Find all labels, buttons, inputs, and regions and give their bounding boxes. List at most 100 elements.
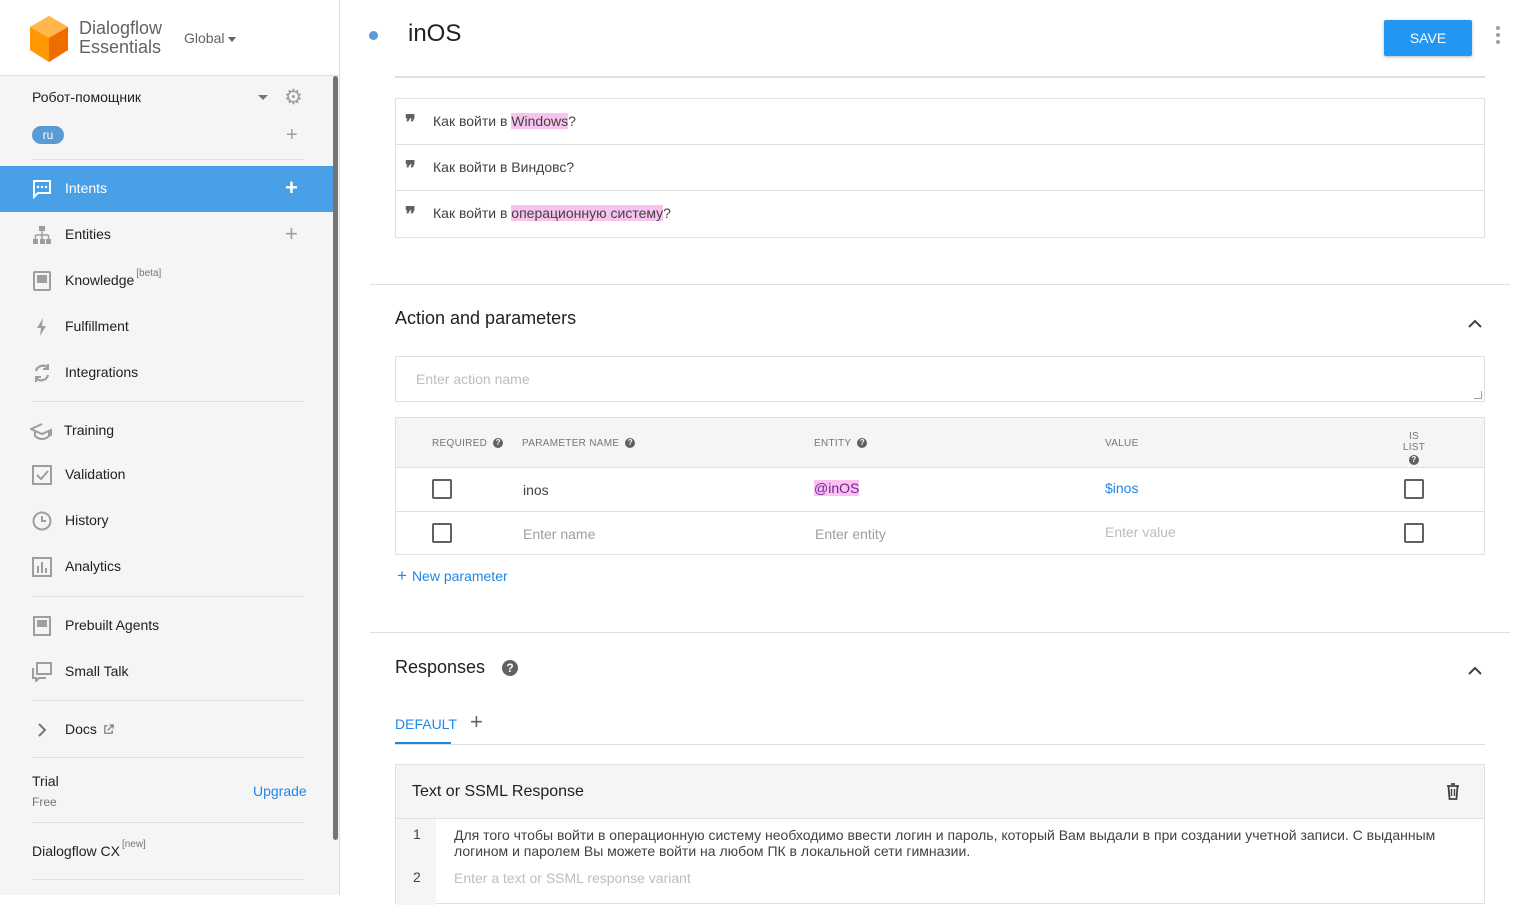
card-header: Text or SSML Response (396, 765, 1484, 819)
required-checkbox[interactable] (432, 479, 452, 499)
line-number: 1 (413, 826, 421, 842)
graduation-cap-icon (30, 423, 52, 441)
more-vert-icon[interactable] (1496, 26, 1504, 47)
plus-icon: + (397, 566, 407, 585)
training-phrases-list: ❞ Как войти в Windows? ❞ Как войти в Вин… (395, 98, 1485, 238)
table-header: REQUIRED? PARAMETER NAME? ENTITY? VALUE … (396, 418, 1484, 468)
status-dot (369, 31, 378, 40)
divider (370, 284, 1510, 285)
parameter-value-input[interactable]: Enter value (1105, 524, 1176, 540)
trash-icon[interactable] (1446, 783, 1460, 800)
chat-icon (33, 180, 51, 199)
hierarchy-icon (33, 226, 51, 244)
clock-icon (32, 511, 52, 531)
card-title: Text or SSML Response (412, 783, 584, 800)
chevron-up-icon[interactable] (1467, 663, 1483, 679)
divider (32, 822, 304, 823)
divider (395, 76, 1485, 78)
region-selector[interactable]: Global (184, 30, 237, 46)
sidebar-item-analytics[interactable]: Analytics (0, 544, 334, 590)
plan-name: Trial (32, 773, 59, 789)
divider (32, 879, 304, 880)
prebuilt-agent-icon (33, 616, 51, 636)
add-intent-icon[interactable]: + (285, 177, 298, 199)
parameter-name-input[interactable]: Enter name (523, 526, 595, 542)
tab-default[interactable]: DEFAULT (395, 716, 457, 732)
external-link-icon (104, 724, 114, 734)
parameter-entity-input[interactable]: Enter entity (815, 526, 886, 542)
plan-tier: Free (32, 795, 57, 809)
dialogflow-cx-link[interactable]: Dialogflow CX [new] (32, 839, 146, 859)
upgrade-link[interactable]: Upgrade (253, 783, 307, 799)
sidebar-item-small-talk[interactable]: Small Talk (0, 649, 334, 695)
logo-row: Dialogflow Essentials Global (0, 0, 339, 76)
sidebar-item-knowledge[interactable]: Knowledge [beta] (0, 258, 334, 304)
add-entity-icon[interactable]: + (285, 223, 298, 245)
quote-icon: ❞ (405, 156, 416, 180)
table-row: inos @inOS $inos (396, 468, 1484, 512)
intent-title[interactable]: inOS (408, 20, 461, 48)
intent-header: inOS SAVE (340, 0, 1530, 76)
add-language-icon[interactable]: + (286, 125, 298, 145)
chevron-down-icon (228, 36, 237, 42)
response-tabs: DEFAULT + (395, 704, 1485, 745)
help-icon[interactable]: ? (857, 438, 868, 449)
divider (32, 757, 304, 758)
quote-icon: ❞ (405, 202, 416, 226)
parameter-value[interactable]: $inos (1105, 480, 1138, 496)
is-list-checkbox[interactable] (1404, 479, 1424, 499)
line-number: 2 (413, 869, 421, 885)
sidebar-item-fulfillment[interactable]: Fulfillment (0, 304, 334, 350)
entity-annotation[interactable]: операционную систему (511, 205, 664, 221)
sidebar-item-validation[interactable]: Validation (0, 452, 334, 498)
training-phrase[interactable]: ❞ Как войти в Виндовс? (396, 145, 1484, 191)
agent-name[interactable]: Робот-помощник (32, 89, 141, 105)
sidebar-item-integrations[interactable]: Integrations (0, 350, 334, 396)
quote-icon: ❞ (405, 110, 416, 134)
sidebar-item-history[interactable]: History (0, 498, 334, 544)
gear-icon[interactable]: ⚙ (284, 87, 303, 109)
section-title-responses: Responses ? (395, 657, 519, 678)
language-chip[interactable]: ru (32, 126, 64, 144)
parameter-name[interactable]: inos (523, 482, 549, 498)
sidebar-item-intents[interactable]: Intents + (0, 166, 334, 212)
bar-chart-icon (32, 557, 52, 577)
new-parameter-link[interactable]: + New parameter (397, 566, 508, 586)
training-phrase[interactable]: ❞ Как войти в операционную систему? (396, 191, 1484, 237)
checkbox-checked-icon (32, 465, 52, 485)
chevron-up-icon[interactable] (1467, 316, 1483, 332)
response-input[interactable]: Enter a text or SSML response variant (454, 870, 1464, 886)
help-icon[interactable]: ? (493, 438, 504, 449)
sidebar-item-entities[interactable]: Entities + (0, 212, 334, 258)
parameter-entity[interactable]: @inOS (814, 480, 860, 496)
section-title-action: Action and parameters (395, 308, 577, 328)
app-name: Dialogflow Essentials (79, 18, 163, 57)
intent-editor: ❞ Как войти в Windows? ❞ Как войти в Вин… (340, 76, 1530, 905)
divider (32, 700, 304, 701)
sidebar-item-docs[interactable]: Docs (0, 707, 334, 753)
help-icon[interactable]: ? (502, 660, 519, 676)
divider (32, 401, 304, 402)
action-name-input[interactable]: Enter action name (395, 356, 1485, 402)
training-phrase[interactable]: ❞ Как войти в Windows? (396, 99, 1484, 145)
tab-indicator (395, 742, 451, 744)
dialogflow-logo-icon (30, 16, 68, 62)
required-checkbox[interactable] (432, 523, 452, 543)
save-button[interactable]: SAVE (1384, 20, 1472, 56)
help-icon[interactable]: ? (1409, 455, 1419, 465)
divider (32, 159, 304, 160)
sidebar-item-training[interactable]: Training (0, 408, 334, 454)
is-list-checkbox[interactable] (1404, 523, 1424, 543)
divider (370, 632, 1510, 633)
agent-dropdown-icon[interactable] (258, 95, 268, 100)
help-icon[interactable]: ? (625, 438, 636, 449)
sidebar-item-prebuilt-agents[interactable]: Prebuilt Agents (0, 603, 334, 649)
resize-handle[interactable] (1474, 391, 1482, 399)
entity-annotation[interactable]: Windows (511, 113, 569, 129)
book-icon (33, 271, 51, 291)
add-tab-icon[interactable]: + (470, 711, 483, 733)
sidebar: Dialogflow Essentials Global Робот-помощ… (0, 0, 340, 895)
sidebar-scrollbar[interactable] (333, 76, 338, 840)
response-text[interactable]: Для того чтобы войти в операционную сист… (454, 827, 1464, 859)
divider (32, 596, 304, 597)
